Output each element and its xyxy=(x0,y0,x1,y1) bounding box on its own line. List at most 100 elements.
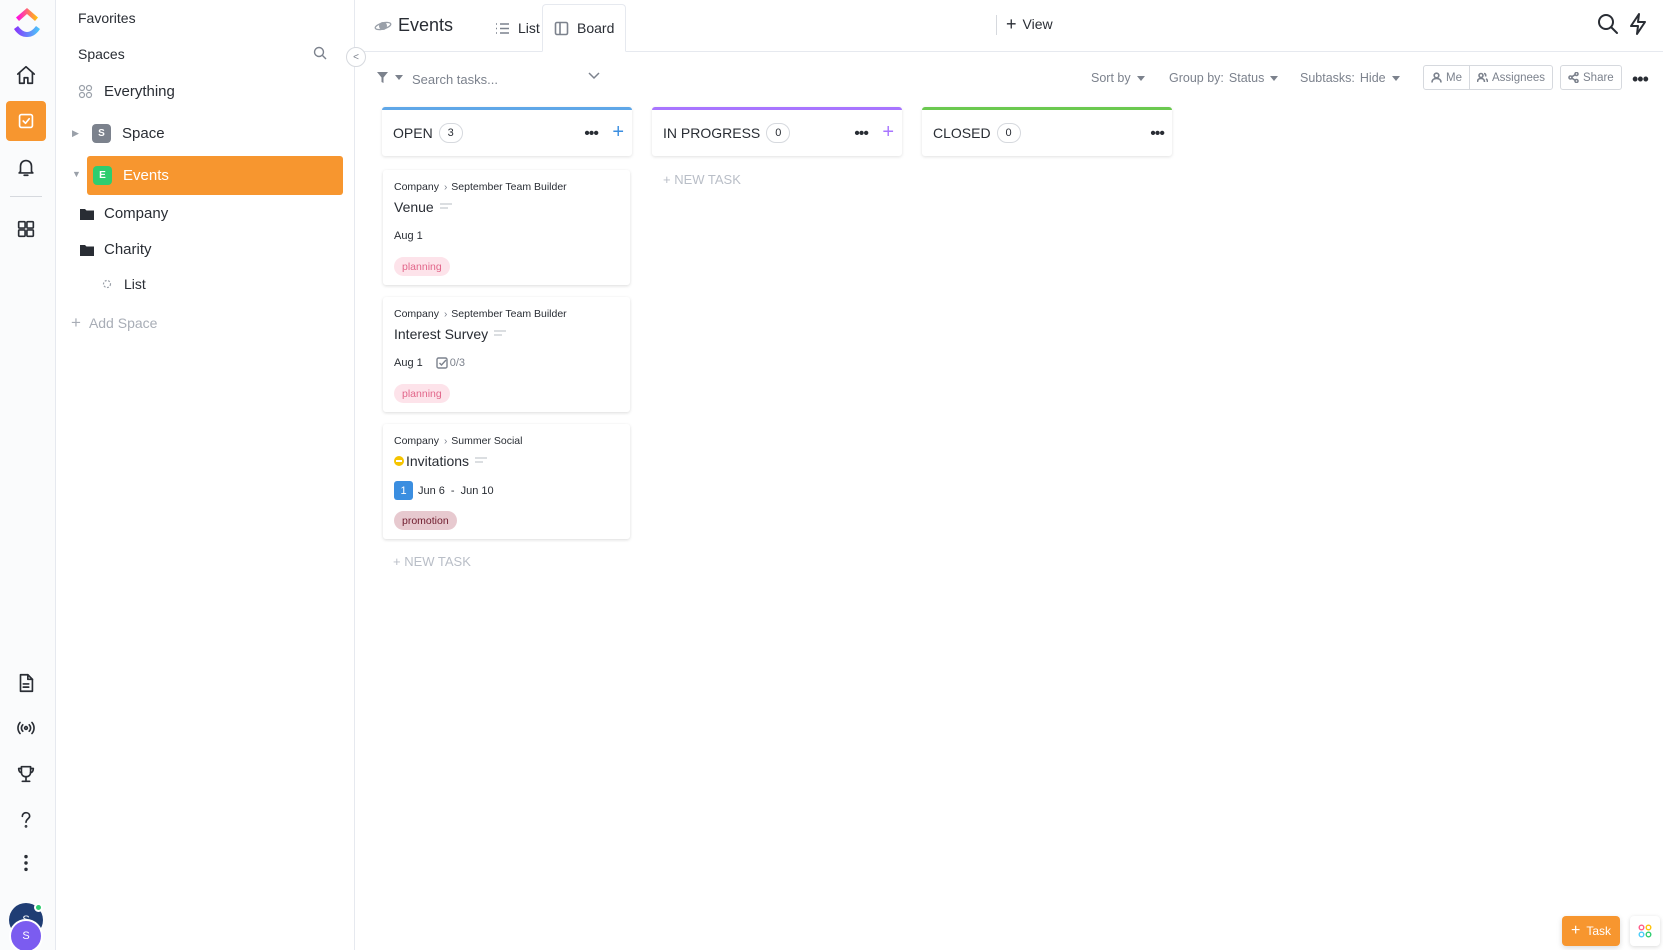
column-title: OPEN xyxy=(393,125,433,141)
sidebar-item-space[interactable]: ▶ S Space xyxy=(72,124,165,143)
task-breadcrumb: Company › September Team Builder xyxy=(394,181,567,193)
sort-by-dropdown[interactable]: Sort by xyxy=(1091,71,1145,85)
description-icon xyxy=(494,330,507,336)
chevron-down-icon[interactable] xyxy=(588,72,600,80)
users-icon xyxy=(1476,72,1488,83)
caret-down-icon[interactable]: ▼ xyxy=(72,169,84,179)
folder-icon xyxy=(80,208,94,220)
checklist-progress[interactable]: 0/3 xyxy=(436,357,465,369)
share-label: Share xyxy=(1583,71,1614,84)
avatar[interactable]: S xyxy=(9,919,43,950)
share-button[interactable]: Share xyxy=(1560,65,1622,90)
breadcrumb-parent: Company xyxy=(394,435,439,447)
breadcrumb-list: September Team Builder xyxy=(451,181,567,193)
favorites-heading[interactable]: Favorites xyxy=(78,10,136,26)
task-card[interactable]: Company › September Team Builder Interes… xyxy=(383,297,630,412)
space-avatar: E xyxy=(93,166,112,185)
description-icon xyxy=(439,203,452,209)
home-icon[interactable] xyxy=(6,55,46,95)
tab-label: List xyxy=(518,20,540,36)
board-column-in-progress[interactable]: IN PROGRESS 0 ••• + xyxy=(652,107,902,156)
sidebar-item-events[interactable]: E Events xyxy=(87,156,343,195)
add-task-button[interactable]: + Task xyxy=(1562,916,1620,946)
date-range[interactable]: 1 Jun 6 - Jun 10 xyxy=(394,481,494,500)
subtasks-dropdown[interactable]: Subtasks: Hide xyxy=(1300,71,1400,85)
rail-divider xyxy=(10,196,42,197)
me-label: Me xyxy=(1446,71,1462,84)
dashboard-icon[interactable] xyxy=(6,209,46,249)
lightning-icon[interactable] xyxy=(1626,12,1650,36)
sidebar: Favorites Spaces Everything ▶ S Space ▼ xyxy=(56,0,355,950)
task-card[interactable]: Company › September Team Builder Venue A… xyxy=(383,170,630,285)
more-options-icon[interactable]: ••• xyxy=(1632,69,1649,90)
add-view-button[interactable]: + View xyxy=(1006,15,1053,33)
assignees-label: Assignees xyxy=(1491,71,1546,84)
tag-badge[interactable]: planning xyxy=(394,257,450,276)
sidebar-item-label: Company xyxy=(104,205,169,222)
column-menu-icon[interactable]: ••• xyxy=(1150,125,1165,143)
task-card[interactable]: Company › Summer Social Invitations 1 Ju… xyxy=(383,424,630,539)
add-task-icon[interactable]: + xyxy=(882,121,894,144)
page-title: Events xyxy=(374,15,453,36)
sidebar-item-list[interactable]: List xyxy=(102,276,146,292)
filter-button[interactable] xyxy=(376,71,403,84)
user-icon xyxy=(1431,72,1442,83)
sort-by-label: Sort by xyxy=(1091,71,1131,85)
sidebar-item-label: List xyxy=(124,276,146,292)
add-task-icon[interactable]: + xyxy=(612,121,624,144)
caret-right-icon[interactable]: ▶ xyxy=(72,128,80,139)
sidebar-item-company[interactable]: Company xyxy=(80,205,168,222)
bell-icon[interactable] xyxy=(6,147,46,187)
tab-list[interactable]: List xyxy=(484,4,551,52)
add-space-button[interactable]: + Add Space xyxy=(71,313,157,333)
assignees-filter-button[interactable]: Assignees xyxy=(1468,66,1552,89)
new-task-button[interactable]: + NEW TASK xyxy=(663,172,741,187)
breadcrumb-parent: Company xyxy=(394,181,439,193)
chevron-right-icon: › xyxy=(443,435,448,447)
sidebar-item-everything[interactable]: Everything xyxy=(78,83,175,100)
clickup-logo-icon[interactable] xyxy=(8,4,44,40)
task-name[interactable]: Interest Survey xyxy=(394,326,507,342)
breadcrumb-list: September Team Builder xyxy=(451,308,567,320)
task-name[interactable]: Venue xyxy=(394,199,452,215)
collapse-sidebar-button[interactable]: < xyxy=(346,47,366,67)
subtasks-value: Hide xyxy=(1359,71,1386,85)
docs-icon[interactable] xyxy=(6,663,46,703)
tasks-icon[interactable] xyxy=(6,101,46,141)
subtasks-label: Subtasks: xyxy=(1300,71,1355,85)
board-toolbar: Sort by Group by: Status Subtasks: Hide … xyxy=(356,52,1663,104)
apps-grid-icon[interactable] xyxy=(1630,916,1660,946)
tag-badge[interactable]: promotion xyxy=(394,511,457,530)
board-column-closed[interactable]: CLOSED 0 ••• xyxy=(922,107,1172,156)
date-separator: - xyxy=(450,484,455,497)
group-by-dropdown[interactable]: Group by: Status xyxy=(1169,71,1279,85)
new-task-button[interactable]: + NEW TASK xyxy=(393,554,471,569)
end-date-text: Jun 10 xyxy=(460,484,494,497)
me-filter-button[interactable]: Me xyxy=(1424,66,1469,89)
search-icon[interactable] xyxy=(1596,12,1620,36)
due-date[interactable]: Aug 1 xyxy=(394,230,423,242)
board-column-open[interactable]: OPEN 3 ••• + xyxy=(382,107,632,156)
column-menu-icon[interactable]: ••• xyxy=(854,125,869,143)
task-name[interactable]: Invitations xyxy=(394,453,488,469)
search-icon[interactable] xyxy=(312,45,328,61)
group-by-value: Status xyxy=(1228,71,1265,85)
due-date-text: Aug 1 xyxy=(394,230,423,242)
sidebar-item-label: Events xyxy=(123,167,169,184)
pulse-icon[interactable] xyxy=(6,708,46,748)
tag-badge[interactable]: planning xyxy=(394,384,450,403)
column-count-badge: 3 xyxy=(438,123,463,143)
sidebar-item-charity[interactable]: Charity xyxy=(80,241,152,258)
help-icon[interactable] xyxy=(6,800,46,840)
column-menu-icon[interactable]: ••• xyxy=(584,125,599,143)
more-vertical-icon[interactable] xyxy=(6,843,46,883)
tab-board[interactable]: Board xyxy=(542,4,627,52)
spaces-heading[interactable]: Spaces xyxy=(78,46,125,62)
caret-down-icon xyxy=(1391,75,1400,81)
search-input[interactable] xyxy=(412,69,562,89)
trophy-icon[interactable] xyxy=(6,754,46,794)
in-progress-status-icon[interactable] xyxy=(394,456,404,466)
column-count-badge: 0 xyxy=(996,123,1021,143)
due-date[interactable]: Aug 1 0/3 xyxy=(394,357,465,369)
subtask-count-badge[interactable]: 1 xyxy=(394,481,413,500)
